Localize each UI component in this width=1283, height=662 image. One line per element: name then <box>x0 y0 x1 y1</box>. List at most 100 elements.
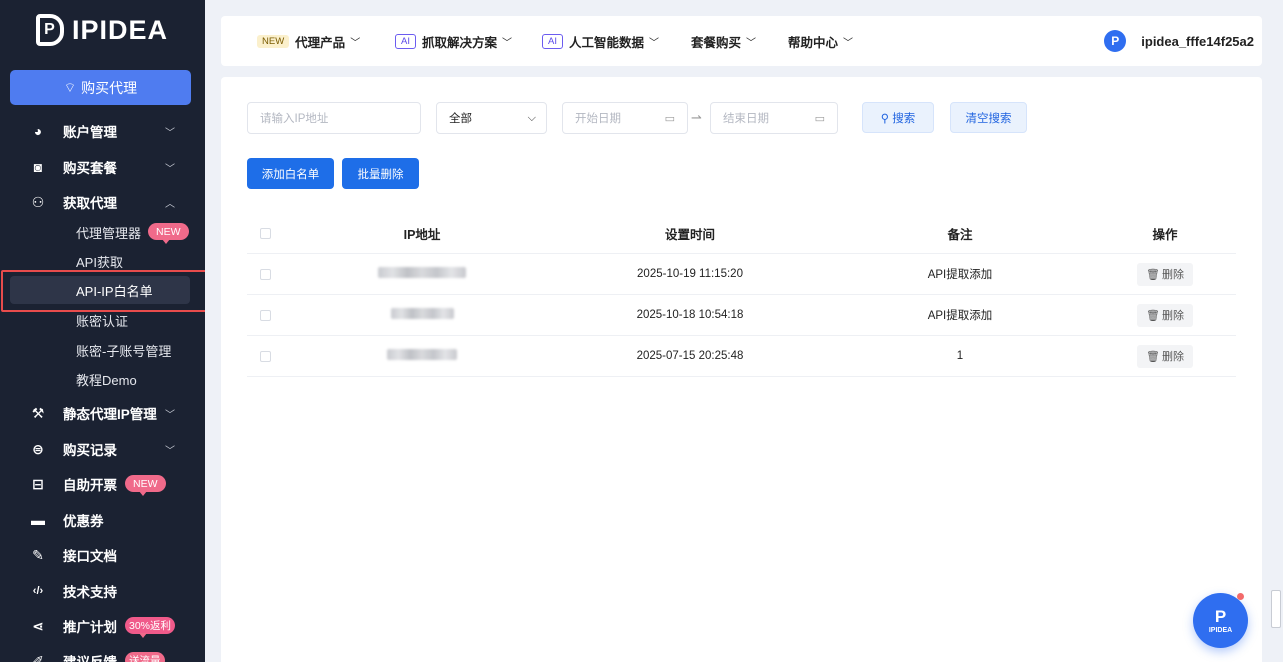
end-date-input[interactable]: 结束日期 ▭ <box>710 102 838 134</box>
sidebar-item-packages[interactable]: ◙ 购买套餐 ﹀ <box>0 152 205 182</box>
nav-plan-purchase[interactable]: 套餐购买 ﹀ <box>691 16 756 66</box>
sidebar-subitem-label: 账密-子账号管理 <box>76 343 172 359</box>
trash-icon: 🗑 <box>1146 268 1160 281</box>
logo-mark: P <box>36 14 64 46</box>
sidebar-subitem-subaccount[interactable]: 账密-子账号管理 <box>0 337 205 363</box>
highlight-box <box>1 270 205 312</box>
nav-ai-data[interactable]: AI 人工智能数据 ﹀ <box>542 16 659 66</box>
chevron-down-icon: ﹀ <box>165 409 175 421</box>
support-chat-button[interactable]: P IPIDEA <box>1193 593 1248 648</box>
sidebar-item-static-ip[interactable]: ⚒ 静态代理IP管理 ﹀ <box>0 398 205 428</box>
nav-label: 代理产品 <box>295 35 346 50</box>
search-icon: ⚲ <box>880 112 890 125</box>
ip-search-input[interactable]: 请输入IP地址 <box>247 102 421 134</box>
invoice-icon: ⊟ <box>32 475 44 492</box>
chevron-down-icon: ﹀ <box>165 163 175 175</box>
brand-logo[interactable]: P IPIDEA <box>36 14 168 46</box>
top-nav: NEW 代理产品 ﹀ AI 抓取解决方案 ﹀ AI 人工智能数据 ﹀ 套餐购买 … <box>221 16 1262 66</box>
select-all-checkbox[interactable] <box>260 227 271 239</box>
sidebar-subitem-label: 教程Demo <box>76 372 137 388</box>
row-checkbox[interactable] <box>260 309 271 321</box>
nav-scraping-solutions[interactable]: AI 抓取解决方案 ﹀ <box>395 16 512 66</box>
chevron-down-icon: ﹀ <box>350 37 361 49</box>
row-checkbox[interactable] <box>260 350 271 362</box>
user-icon: ⚇ <box>31 193 45 210</box>
type-select[interactable]: 全部 ⌵ <box>436 102 547 134</box>
sidebar-item-api-docs[interactable]: ✎ 接口文档 <box>0 540 205 570</box>
coupon-icon: ▬ <box>31 512 45 528</box>
trash-icon: 🗑 <box>1146 309 1160 322</box>
redacted-ip <box>390 308 454 319</box>
sidebar-item-get-proxy[interactable]: ⚇ 获取代理 ︿ <box>0 187 205 217</box>
chevron-up-icon: ︿ <box>165 198 175 210</box>
pie-chart-icon: ◕ <box>33 123 43 139</box>
delete-button[interactable]: 🗑 删除 <box>1137 344 1193 368</box>
add-whitelist-button[interactable]: 添加白名单 <box>247 158 334 189</box>
table-row: 2025-10-18 10:54:18 API提取添加 🗑 删除 <box>247 295 1236 336</box>
nav-label: 抓取解决方案 <box>421 35 497 50</box>
header-op: 操作 <box>1152 227 1178 242</box>
ai-pill: AI <box>395 33 416 49</box>
shopping-bag-icon: ◙ <box>33 159 43 175</box>
sidebar-subitem-label: API获取 <box>76 254 123 270</box>
sidebar-item-label: 自助开票 <box>63 478 117 493</box>
sidebar-subitem-demo[interactable]: 教程Demo <box>0 366 205 392</box>
calendar-icon: ▭ <box>664 112 675 125</box>
sidebar-item-support[interactable]: ‹/› 技术支持 <box>0 576 205 606</box>
sidebar-subitem-label: 账密认证 <box>76 313 129 329</box>
search-button[interactable]: ⚲ 搜索 <box>862 102 934 133</box>
sidebar-item-coupon[interactable]: ▬ 优惠券 <box>0 505 205 535</box>
ip-placeholder: 请输入IP地址 <box>260 113 329 125</box>
clear-search-button[interactable]: 清空搜索 <box>950 102 1027 133</box>
chevron-down-icon: ﹀ <box>165 127 175 139</box>
sidebar-item-promotion[interactable]: ⋖ 推广计划 30%返利 <box>0 611 205 641</box>
nav-help-center[interactable]: 帮助中心 ﹀ <box>788 16 853 66</box>
tag-icon: ⌔ <box>63 79 77 95</box>
nav-label: 帮助中心 <box>788 35 839 50</box>
sidebar-subitem-proxy-manager[interactable]: 代理管理器 NEW <box>0 219 205 245</box>
start-date-input[interactable]: 开始日期 ▭ <box>562 102 688 134</box>
new-pill: NEW <box>257 34 290 48</box>
time-cell: 2025-10-19 11:15:20 <box>637 268 743 280</box>
op-cell: 🗑 删除 <box>1127 303 1203 327</box>
notification-dot <box>1237 593 1244 600</box>
chevron-down-icon: ﹀ <box>843 37 854 49</box>
op-cell: 🗑 删除 <box>1127 262 1203 286</box>
rebate-badge: 30%返利 <box>125 617 176 638</box>
sidebar-item-records[interactable]: ⊜ 购买记录 ﹀ <box>0 434 205 464</box>
date-range-arrow-icon: ⇀ <box>691 110 702 125</box>
delete-label: 删除 <box>1161 310 1184 322</box>
note-cell: API提取添加 <box>927 269 993 281</box>
username: ipidea_fffe14f25a2 <box>1141 33 1254 49</box>
brand-name: IPIDEA <box>72 14 169 45</box>
delete-button[interactable]: 🗑 删除 <box>1137 303 1193 327</box>
buy-proxy-button[interactable]: ⌔ 购买代理 <box>10 70 191 105</box>
gun-icon: ⚒ <box>31 404 45 421</box>
header-time: 设置时间 <box>664 227 715 242</box>
sidebar-item-label: 接口文档 <box>63 549 117 564</box>
sidebar-item-account[interactable]: ◕ 账户管理 ﹀ <box>0 116 205 146</box>
sidebar-item-feedback[interactable]: ✐ 建议反馈 送流量 <box>0 646 205 662</box>
share-icon: ⋖ <box>32 617 44 634</box>
chevron-down-icon: ﹀ <box>165 445 175 457</box>
side-scroll-handle[interactable] <box>1271 590 1281 628</box>
table-header: IP地址 设置时间 备注 操作 <box>247 213 1236 254</box>
nav-proxy-products[interactable]: NEW 代理产品 ﹀ <box>257 16 360 66</box>
avatar: P <box>1104 30 1127 52</box>
pen-icon: ✐ <box>32 652 44 662</box>
header-note: 备注 <box>947 227 973 242</box>
row-checkbox[interactable] <box>260 268 271 280</box>
main-panel: 请输入IP地址 全部 ⌵ 开始日期 ▭ ⇀ 结束日期 ▭ ⚲ 搜索 清空搜索 添… <box>221 77 1262 662</box>
delete-label: 删除 <box>1161 351 1184 363</box>
start-date-placeholder: 开始日期 <box>575 113 621 125</box>
nav-label: 人工智能数据 <box>568 35 644 50</box>
chevron-down-icon: ⌵ <box>527 111 536 124</box>
new-badge: NEW <box>148 223 189 244</box>
user-menu[interactable]: P ipidea_fffe14f25a2 <box>1104 16 1254 66</box>
delete-button[interactable]: 🗑 删除 <box>1137 262 1193 286</box>
chevron-down-icon: ﹀ <box>649 37 659 49</box>
batch-delete-button[interactable]: 批量删除 <box>342 158 419 189</box>
sidebar-item-label: 技术支持 <box>63 585 117 600</box>
sidebar-item-invoice[interactable]: ⊟ 自助开票 NEW <box>0 469 205 499</box>
code-icon: ‹/› <box>32 585 44 597</box>
